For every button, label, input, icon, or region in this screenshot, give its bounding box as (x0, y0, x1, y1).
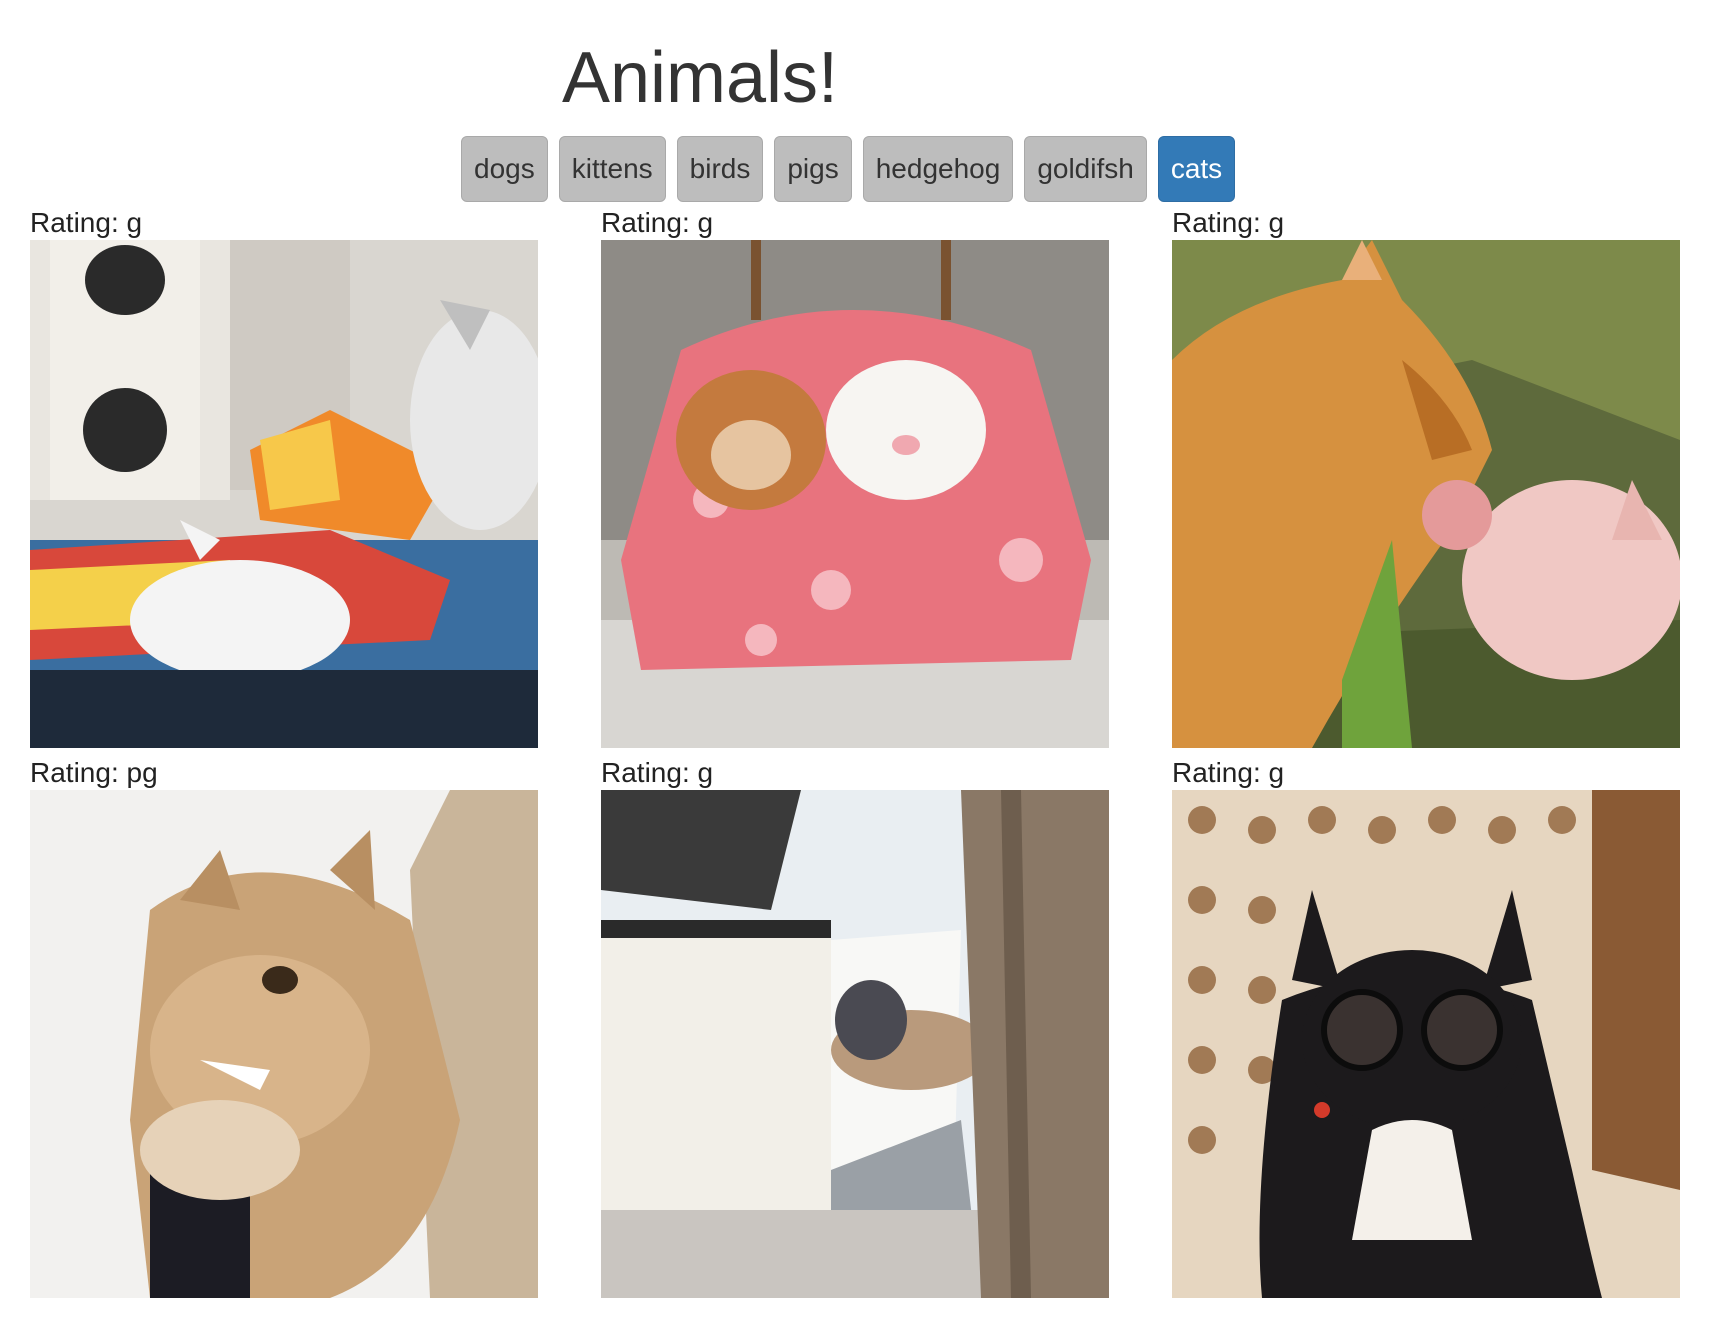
gif-image[interactable] (1172, 240, 1680, 748)
animal-button-dogs[interactable]: dogs (461, 136, 548, 202)
gif-image[interactable] (30, 790, 538, 1298)
gif-card: Rating: g (601, 208, 1109, 748)
gif-rating: Rating: g (1172, 757, 1285, 788)
gif-image[interactable] (1172, 790, 1680, 1298)
gif-card: Rating: pg (30, 758, 538, 1298)
gif-card: Rating: g (1172, 758, 1680, 1298)
gif-rating: Rating: g (30, 207, 143, 238)
animal-button-kittens[interactable]: kittens (558, 136, 666, 202)
gif-card: Rating: g (601, 758, 1109, 1298)
gif-card: Rating: g (30, 208, 538, 748)
animal-button-pigs[interactable]: pigs (774, 136, 852, 202)
gif-card: Rating: g (1172, 208, 1680, 748)
animal-button-bar: dogs kittens birds pigs hedgehog goldifs… (461, 136, 1236, 202)
gif-rating: Rating: g (601, 757, 714, 788)
gif-image[interactable] (601, 790, 1109, 1298)
animal-button-cats[interactable]: cats (1157, 136, 1236, 202)
animal-button-goldifsh[interactable]: goldifsh (1024, 136, 1147, 202)
gif-rating: Rating: g (1172, 207, 1285, 238)
gif-rating: Rating: g (601, 207, 714, 238)
gif-image[interactable] (30, 240, 538, 748)
page-title: Animals! (561, 38, 839, 118)
gif-rating: Rating: pg (30, 757, 158, 788)
gif-image[interactable] (601, 240, 1109, 748)
animal-button-birds[interactable]: birds (676, 136, 764, 202)
animal-button-hedgehog[interactable]: hedgehog (862, 136, 1014, 202)
